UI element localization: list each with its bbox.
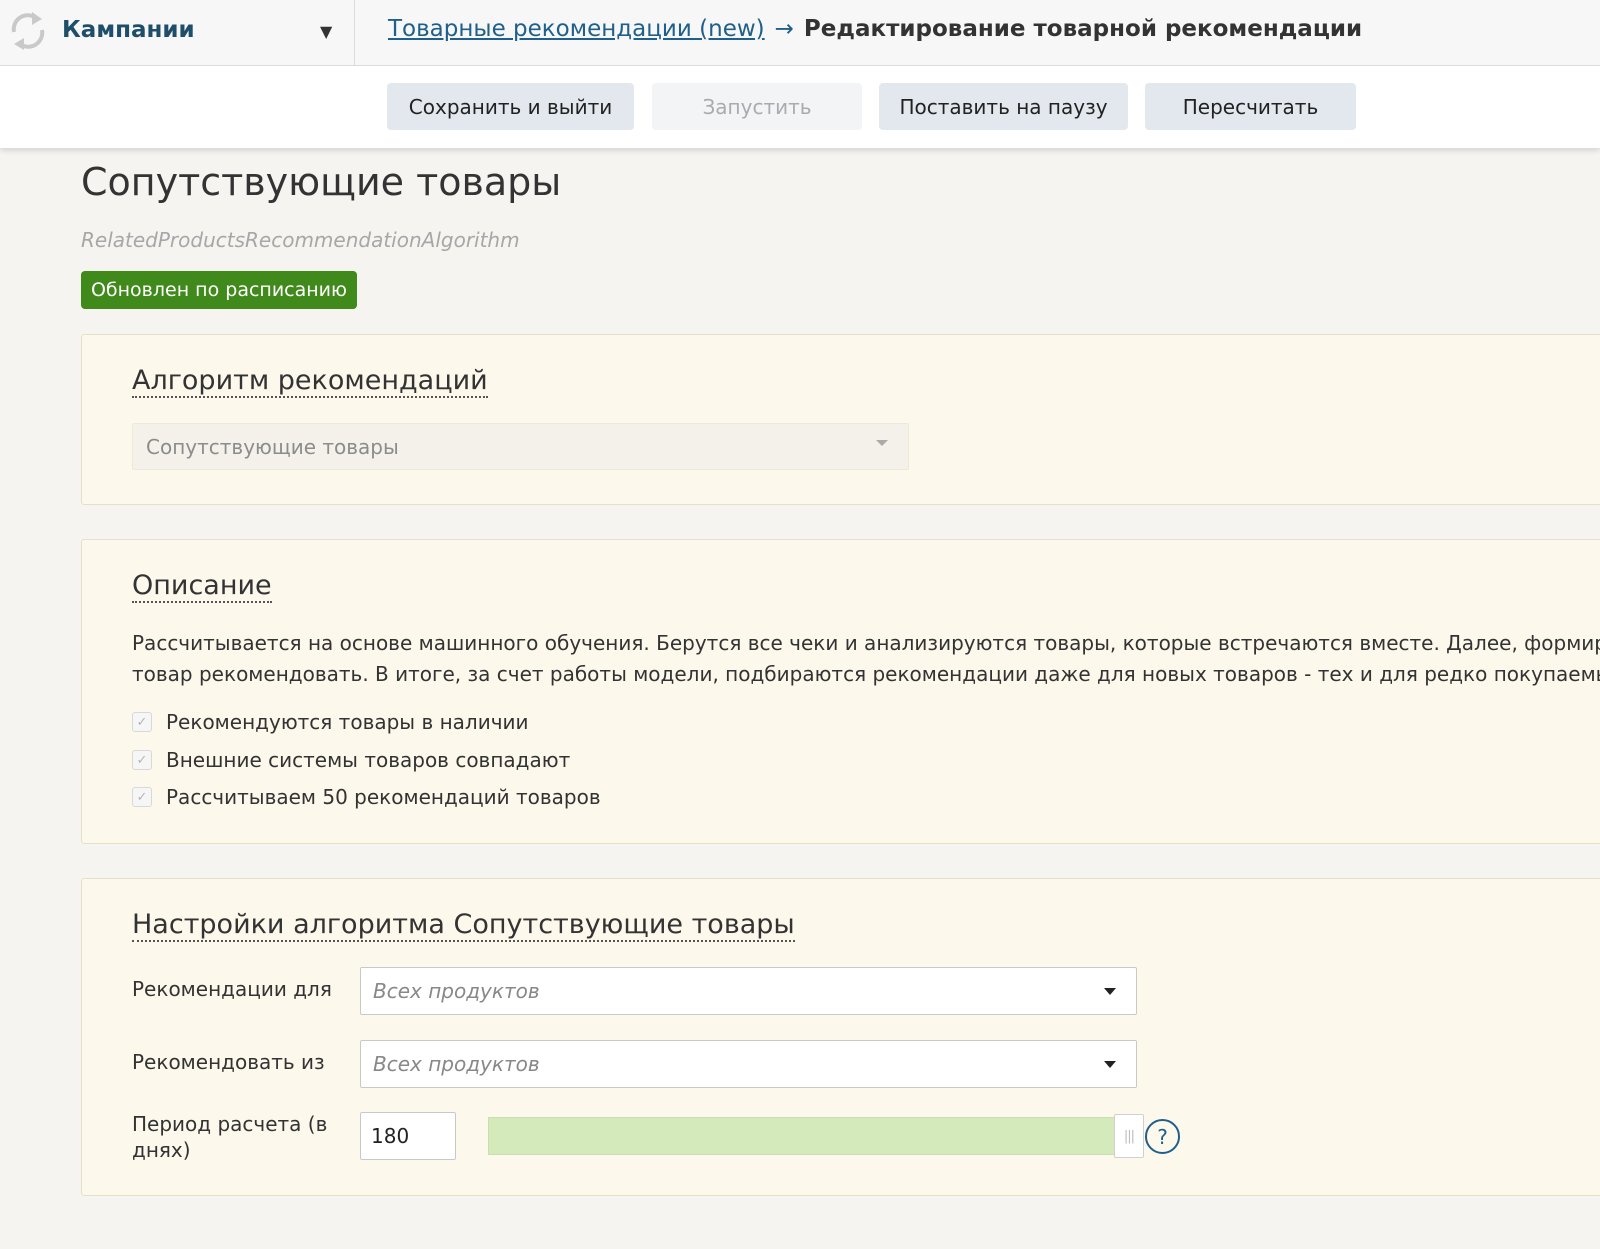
breadcrumb-link[interactable]: Товарные рекомендации (new) [388, 16, 765, 42]
top-header: Кампании ▼ Товарные рекомендации (new) → Р… [0, 0, 1600, 66]
settings-panel-title[interactable]: Настройки алгоритма Сопутствующие товары [132, 909, 795, 943]
checkbox: ✓ [132, 787, 152, 807]
period-label: Период расчета (в днях) [132, 1112, 328, 1162]
description-panel: Описание Рассчитывается на основе машинн… [81, 539, 1600, 844]
slider-grip-icon[interactable]: ||| [1114, 1114, 1144, 1158]
check-item-external-systems: ✓ Внешние системы товаров совпадают [132, 747, 570, 773]
caret-down-icon [876, 440, 888, 446]
refresh-logo-icon [6, 6, 50, 56]
campaign-selector[interactable]: Кампании ▼ [0, 0, 355, 66]
check-item-in-stock: ✓ Рекомендуются товары в наличии [132, 709, 529, 735]
recommend-for-value: Всех продуктов [373, 979, 540, 1003]
period-slider-track[interactable] [488, 1117, 1115, 1155]
save-exit-button[interactable]: Сохранить и выйти [387, 83, 634, 130]
caret-down-icon [1104, 988, 1116, 995]
campaign-label: Кампании [62, 17, 195, 43]
settings-panel: Настройки алгоритма Сопутствующие товары… [81, 878, 1600, 1196]
status-badge: Обновлен по расписанию [81, 271, 357, 309]
check-label: Рассчитываем 50 рекомендаций товаров [166, 785, 601, 809]
breadcrumb-current: Редактирование товарной рекомендации [803, 16, 1363, 42]
description-line-2: товар рекомендовать. В итоге, за счет ра… [132, 662, 1600, 686]
checkbox: ✓ [132, 750, 152, 770]
action-toolbar: Сохранить и выйти Запустить Поставить на… [0, 66, 1600, 148]
algorithm-select: Сопутствующие товары [132, 423, 909, 470]
check-item-recommendation-count: ✓ Рассчитываем 50 рекомендаций товаров [132, 784, 601, 810]
recommend-for-select[interactable]: Всех продуктов [360, 967, 1137, 1015]
algorithm-panel: Алгоритм рекомендаций Сопутствующие това… [81, 334, 1600, 505]
chevron-down-icon[interactable]: ▼ [320, 22, 332, 41]
recommend-for-label: Рекомендации для [132, 977, 332, 1001]
algorithm-select-value: Сопутствующие товары [146, 435, 399, 459]
page-title: Сопутствующие товары [81, 160, 562, 204]
recommend-from-select[interactable]: Всех продуктов [360, 1040, 1137, 1088]
launch-button[interactable]: Запустить [652, 83, 862, 130]
description-line-1: Рассчитывается на основе машинного обуче… [132, 631, 1600, 655]
breadcrumb: Товарные рекомендации (new) → Редактирован… [388, 16, 1362, 42]
algorithm-panel-title[interactable]: Алгоритм рекомендаций [132, 365, 488, 399]
algorithm-class-name: RelatedProductsRecommendationAlgorithm [81, 228, 520, 252]
recommend-from-label: Рекомендовать из [132, 1050, 325, 1074]
check-label: Рекомендуются товары в наличии [166, 710, 529, 734]
arrow-right-icon: → [774, 16, 794, 42]
description-text: Рассчитывается на основе машинного обуче… [132, 628, 1600, 690]
checkbox: ✓ [132, 712, 152, 732]
help-icon[interactable]: ? [1145, 1119, 1180, 1154]
recalculate-button[interactable]: Пересчитать [1145, 83, 1356, 130]
check-label: Внешние системы товаров совпадают [166, 748, 571, 772]
caret-down-icon [1104, 1061, 1116, 1068]
recommend-from-value: Всех продуктов [373, 1052, 540, 1076]
period-input[interactable]: 180 [360, 1112, 456, 1160]
pause-button[interactable]: Поставить на паузу [879, 83, 1128, 130]
description-panel-title[interactable]: Описание [132, 570, 272, 604]
